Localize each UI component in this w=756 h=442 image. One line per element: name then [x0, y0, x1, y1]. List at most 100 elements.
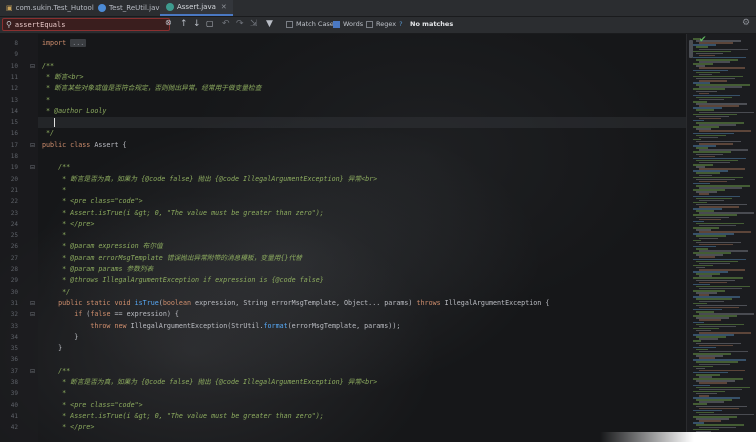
code-text: * @param expression 布尔值 [42, 242, 163, 251]
line-number: 22 [10, 198, 18, 206]
line-number: 17 [10, 141, 18, 149]
regex-option[interactable]: Regex ? [366, 20, 403, 28]
line-number: 20 [10, 175, 18, 183]
line-number: 33 [10, 322, 18, 330]
line-number: 28 [10, 266, 18, 273]
scrollbar-thumb[interactable] [689, 40, 693, 58]
words-label: Words [343, 20, 364, 28]
code-line[interactable]: 42 * </pre> [0, 422, 686, 433]
code-line[interactable]: 34 } [0, 332, 686, 343]
code-line[interactable]: 8 import ... [0, 38, 686, 49]
line-number: 38 [10, 379, 18, 386]
code-line[interactable]: 41 * Assert.isTrue(i &gt; 0, "The value … [0, 411, 686, 422]
line-number: 23 [10, 209, 18, 217]
code-line[interactable]: 19 ⊟ /** [0, 162, 686, 173]
ide-window: ▣ com.sukin.Test_Hutool ✕ Test_ReUtil.ja… [0, 0, 756, 442]
code-line[interactable]: 10 ⊟ /** [0, 61, 686, 72]
code-line[interactable]: 37 ⊟ /** [0, 366, 686, 377]
next-occurrence-icon[interactable]: ↓ [193, 19, 201, 29]
code-line[interactable]: 13 * [0, 95, 686, 106]
code-line[interactable]: 21 * [0, 185, 686, 196]
line-number: 21 [10, 186, 18, 194]
fold-marker-icon[interactable]: ⊟ [30, 162, 35, 173]
line-number: 37 [10, 367, 18, 375]
code-editor[interactable]: 8 import ... 9 10 ⊟/** 11 * 断言<br> 12 * 断言某些对象… [0, 34, 686, 442]
code-line[interactable]: 18 [0, 151, 686, 162]
settings-icon[interactable]: ⚙ [742, 18, 750, 28]
code-text: * 断言是否为真，如果为 {@code false} 抛出 {@code Ill… [42, 174, 378, 183]
line-number: 19 [10, 164, 18, 172]
line-number: 42 [10, 424, 18, 432]
words-option[interactable]: Words [333, 20, 363, 28]
code-line[interactable]: 16 */ [0, 128, 686, 139]
code-line[interactable]: 30 */ [0, 287, 686, 298]
code-text: if (false == expression) { [74, 310, 179, 319]
code-text: /** [58, 163, 71, 172]
code-line[interactable]: 17 ⊟ public class Assert { [0, 140, 686, 151]
code-line[interactable]: 31 ⊟ public static void isTrue(boolean ex… [0, 298, 686, 309]
fold-marker-icon[interactable]: ⊟ [30, 61, 35, 72]
fold-marker-icon[interactable]: ⊟ [30, 298, 35, 309]
regex-label: Regex [376, 20, 397, 28]
code-text: * </pre> [42, 423, 95, 432]
code-text: /** [58, 366, 71, 375]
remove-occurrence-icon[interactable]: ↷ [236, 19, 244, 29]
filter-icon[interactable]: ▼ [266, 19, 273, 29]
select-all-occurrences-icon[interactable]: ⇲ [250, 19, 258, 29]
code-line[interactable]: 24 * </pre> [0, 219, 686, 230]
find-in-selection-icon[interactable]: ▢ [206, 19, 214, 28]
fold-marker-icon[interactable]: ⊟ [30, 366, 35, 377]
line-number: 29 [10, 277, 18, 285]
minimap-line [699, 237, 718, 239]
line-number: 16 [10, 130, 18, 138]
line-number: 9 [14, 51, 18, 59]
code-text: * 断言某些对象或值是否符合规定，否则抛出异常。经常用于做变量检查 [42, 84, 262, 93]
code-line[interactable]: 23 * Assert.isTrue(i &gt; 0, "The value … [0, 208, 686, 219]
code-line[interactable]: 15 [0, 117, 686, 129]
tab-assert[interactable]: Assert.java ✕ [160, 0, 233, 16]
add-occurrence-icon[interactable]: ↶ [222, 19, 230, 29]
close-icon[interactable]: ✕ [221, 3, 227, 11]
current-line-highlight [38, 117, 686, 129]
line-number: 27 [10, 254, 18, 262]
code-line[interactable]: 20 * 断言是否为真，如果为 {@code false} 抛出 {@code … [0, 174, 686, 185]
line-number: 32 [10, 311, 18, 319]
find-input[interactable] [14, 20, 155, 29]
code-line[interactable]: 26 * @param expression 布尔值 [0, 241, 686, 252]
code-line[interactable]: 40 * <pre class="code"> [0, 400, 686, 411]
code-line[interactable]: 22 * <pre class="code"> [0, 196, 686, 207]
line-number: 14 [10, 107, 18, 115]
fold-marker-icon[interactable]: ⊟ [30, 309, 35, 320]
code-line[interactable]: 14 * @author Looly [0, 106, 686, 117]
code-text: * 断言是否为真，如果为 {@code false} 抛出 {@code Ill… [42, 378, 378, 386]
code-line[interactable]: 25 * [0, 230, 686, 241]
code-line[interactable]: 38 * 断言是否为真，如果为 {@code false} 抛出 {@code … [0, 377, 686, 388]
code-line[interactable]: 29 * @throws IllegalArgumentException if… [0, 275, 686, 286]
code-line[interactable]: 39 * [0, 388, 686, 399]
search-icon[interactable]: ⚲ [6, 20, 12, 29]
find-input-box[interactable]: ⚲ [2, 18, 170, 31]
fold-marker-icon[interactable]: ⊟ [30, 140, 35, 151]
previous-occurrence-icon[interactable]: ↑ [180, 19, 188, 29]
clear-search-icon[interactable]: ⊗ [165, 18, 172, 27]
match-case-checkbox[interactable] [286, 20, 293, 28]
line-number: 39 [10, 390, 18, 398]
words-checkbox[interactable] [333, 20, 340, 28]
code-line[interactable]: 36 [0, 354, 686, 365]
code-line[interactable]: 11 * 断言<br> [0, 72, 686, 83]
code-line[interactable]: 33 throw new IllegalArgumentException(St… [0, 321, 686, 332]
code-text: public static void isTrue(boolean expres… [58, 298, 550, 307]
regex-help-icon[interactable]: ? [399, 20, 402, 28]
code-text: */ [42, 129, 55, 138]
code-text: * [42, 231, 67, 240]
code-line[interactable]: 32 ⊟ if (false == expression) { [0, 309, 686, 320]
code-text: * @throws IllegalArgumentException if ex… [42, 276, 324, 285]
code-minimap[interactable] [687, 34, 756, 442]
code-line[interactable]: 27 * @param errorMsgTemplate 错误抛出异常附带的消息… [0, 253, 686, 264]
regex-checkbox[interactable] [366, 20, 373, 28]
code-line[interactable]: 12 * 断言某些对象或值是否符合规定，否则抛出异常。经常用于做变量检查 [0, 83, 686, 94]
code-line[interactable]: 35 } [0, 343, 686, 354]
match-case-option[interactable]: Match Case [286, 20, 334, 28]
code-line[interactable]: 28 * @param params 参数列表 [0, 264, 686, 275]
code-line[interactable]: 9 [0, 49, 686, 60]
